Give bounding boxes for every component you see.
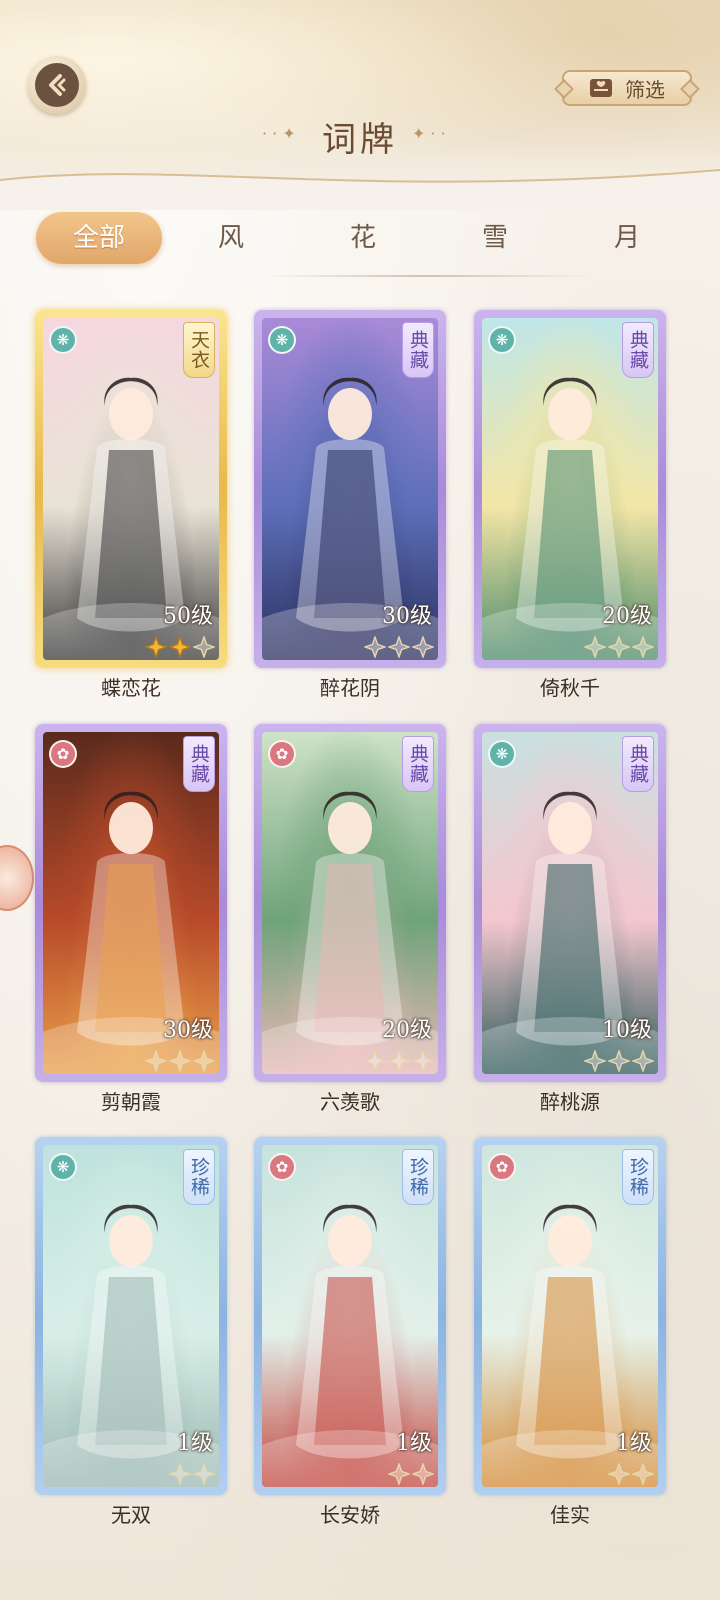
star-icon	[632, 1050, 654, 1072]
star-icon	[193, 1463, 215, 1485]
card-4[interactable]: ✿ 典藏 30级	[35, 724, 227, 1082]
rarity-tag: 典藏	[622, 322, 654, 378]
card-level: 10级	[602, 1018, 652, 1043]
card-level: 1级	[177, 1431, 213, 1456]
star-rating	[145, 636, 215, 658]
star-icon	[584, 1050, 606, 1072]
star-rating	[584, 1050, 654, 1072]
card-level: 20级	[602, 604, 652, 629]
rarity-tag: 珍稀	[402, 1149, 434, 1205]
tab-all[interactable]: 全部	[36, 212, 162, 264]
star-icon	[584, 636, 606, 658]
rarity-tag: 珍稀	[183, 1149, 215, 1205]
card-name: 醉桃源	[540, 1090, 600, 1114]
rarity-tag: 典藏	[622, 736, 654, 792]
card-9[interactable]: ✿ 珍稀 1级	[474, 1137, 666, 1495]
page-title: 词牌	[322, 120, 398, 160]
rarity-tag: 典藏	[402, 322, 434, 378]
card-name: 佳实	[550, 1503, 590, 1527]
card-3[interactable]: ❋ 典藏 20级	[474, 310, 666, 668]
star-rating	[584, 636, 654, 658]
rarity-tag: 典藏	[402, 736, 434, 792]
flower-element-icon: ✿	[49, 740, 77, 768]
star-rating	[608, 1463, 654, 1485]
wind-element-icon: ❋	[488, 740, 516, 768]
card-name: 长安娇	[320, 1503, 380, 1527]
star-icon	[388, 1050, 410, 1072]
star-icon	[608, 1050, 630, 1072]
card-1[interactable]: ❋ 天衣 50级	[35, 310, 227, 668]
star-icon	[145, 1050, 167, 1072]
tab-wind[interactable]: 风	[168, 212, 294, 264]
card-name: 蝶恋花	[101, 676, 161, 700]
title-right-ornament: ✦ · ·	[412, 124, 446, 143]
star-icon	[632, 636, 654, 658]
star-icon	[364, 1050, 386, 1072]
rarity-tag: 典藏	[183, 736, 215, 792]
star-icon	[608, 1463, 630, 1485]
star-icon	[169, 636, 191, 658]
flower-element-icon: ✿	[268, 740, 296, 768]
star-icon	[364, 636, 386, 658]
card-level: 30级	[382, 604, 432, 629]
star-icon	[193, 1050, 215, 1072]
wind-element-icon: ❋	[49, 326, 77, 354]
star-icon	[169, 1463, 191, 1485]
star-rating	[169, 1463, 215, 1485]
card-5[interactable]: ✿ 典藏 20级	[254, 724, 446, 1082]
star-rating	[364, 636, 434, 658]
wind-element-icon: ❋	[488, 326, 516, 354]
star-icon	[412, 1050, 434, 1072]
back-button[interactable]	[28, 56, 86, 114]
rarity-tag: 珍稀	[622, 1149, 654, 1205]
card-level: 1级	[396, 1431, 432, 1456]
card-6[interactable]: ❋ 典藏 10级	[474, 724, 666, 1082]
star-icon	[388, 636, 410, 658]
card-name: 无双	[111, 1503, 151, 1527]
star-icon	[388, 1463, 410, 1485]
flower-element-icon: ✿	[268, 1153, 296, 1181]
rarity-tag: 天衣	[183, 322, 215, 378]
flower-element-icon: ✿	[488, 1153, 516, 1181]
card-8[interactable]: ✿ 珍稀 1级	[254, 1137, 446, 1495]
star-icon	[412, 636, 434, 658]
star-rating	[145, 1050, 215, 1072]
star-icon	[412, 1463, 434, 1485]
card-2[interactable]: ❋ 典藏 30级	[254, 310, 446, 668]
category-tabs: 全部 风 花 雪 月	[0, 212, 720, 268]
card-name: 醉花阴	[320, 676, 380, 700]
filter-button[interactable]: 筛选	[562, 70, 692, 106]
filter-label: 筛选	[625, 77, 665, 102]
star-rating	[388, 1463, 434, 1485]
wind-element-icon: ❋	[49, 1153, 77, 1181]
card-level: 1级	[616, 1431, 652, 1456]
star-icon	[632, 1463, 654, 1485]
star-rating	[364, 1050, 434, 1072]
card-7[interactable]: ❋ 珍稀 1级	[35, 1137, 227, 1495]
wind-element-icon: ❋	[268, 326, 296, 354]
card-level: 20级	[382, 1018, 432, 1043]
tab-snow[interactable]: 雪	[432, 212, 558, 264]
tab-moon[interactable]: 月	[564, 212, 690, 264]
tab-flower[interactable]: 花	[300, 212, 426, 264]
card-level: 50级	[163, 604, 213, 629]
card-name: 剪朝霞	[101, 1090, 161, 1114]
filter-book-icon	[590, 79, 612, 97]
star-icon	[145, 636, 167, 658]
card-level: 30级	[163, 1018, 213, 1043]
tab-divider	[262, 275, 592, 277]
star-icon	[169, 1050, 191, 1072]
star-icon	[193, 636, 215, 658]
card-name: 倚秋千	[540, 676, 600, 700]
back-arrow-icon	[35, 63, 79, 107]
card-name: 六羡歌	[320, 1090, 380, 1114]
star-icon	[608, 636, 630, 658]
